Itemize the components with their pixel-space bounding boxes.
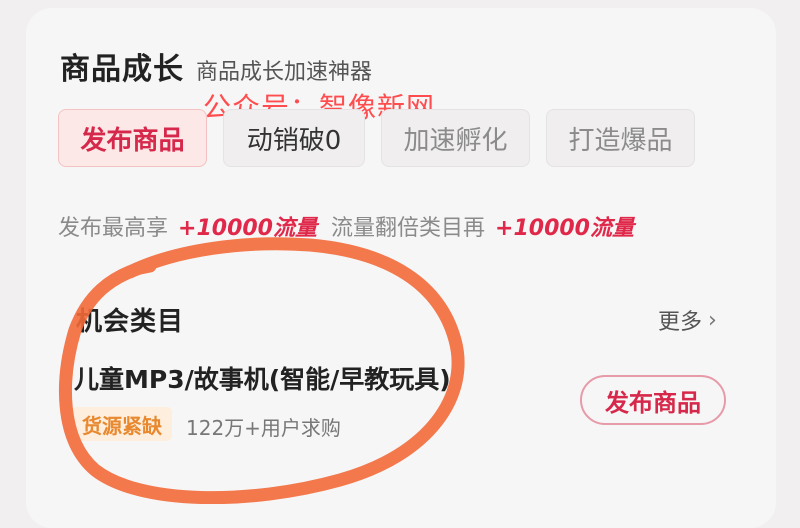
page-subtitle: 商品成长加速神器 bbox=[196, 60, 373, 85]
promo-bonus-2: +10000流量 bbox=[495, 216, 634, 241]
promo-line: 发布最高享 +10000流量 流量翻倍类目再 +10000流量 bbox=[58, 210, 648, 242]
demand-count: 122万+用户求购 bbox=[186, 416, 341, 440]
more-link[interactable]: 更多 › bbox=[658, 304, 717, 336]
page-title: 商品成长 bbox=[60, 52, 184, 87]
promo-text-1: 发布最高享 bbox=[58, 216, 169, 241]
tab-publish-product[interactable]: 发布商品 bbox=[58, 109, 207, 167]
status-badge: 货源紧缺 bbox=[72, 407, 172, 441]
tab-sales-break-zero[interactable]: 动销破0 bbox=[223, 109, 365, 167]
header: 商品成长 商品成长加速神器 bbox=[60, 44, 372, 88]
tab-bar: 发布商品 动销破0 加速孵化 打造爆品 bbox=[58, 109, 695, 167]
publish-product-button[interactable]: 发布商品 bbox=[580, 375, 726, 425]
promo-bonus-1: +10000流量 bbox=[178, 216, 317, 241]
promo-text-2: 流量翻倍类目再 bbox=[331, 216, 486, 241]
chevron-right-icon: › bbox=[708, 307, 717, 333]
more-label: 更多 bbox=[658, 310, 703, 335]
product-category-name[interactable]: 儿童MP3/故事机(智能/早教玩具) bbox=[74, 360, 451, 396]
tab-accelerate-incubation[interactable]: 加速孵化 bbox=[381, 109, 530, 167]
tab-build-hit-product[interactable]: 打造爆品 bbox=[546, 109, 695, 167]
opportunity-section-title: 机会类目 bbox=[76, 307, 185, 337]
